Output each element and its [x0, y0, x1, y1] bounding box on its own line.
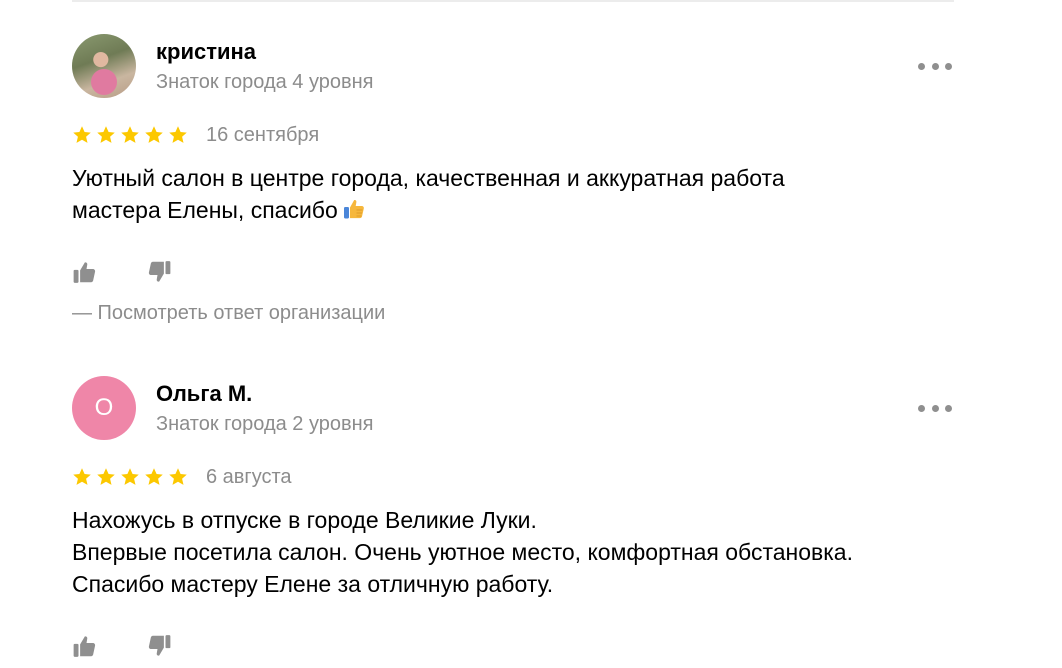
review-meta: 16 сентября	[72, 122, 954, 148]
review-text-line: Впервые посетила салон. Очень уютное мес…	[72, 539, 853, 565]
dot-icon	[918, 404, 925, 412]
more-options-button[interactable]	[918, 60, 952, 72]
review-text: Уютный салон в центре города, качественн…	[72, 162, 954, 226]
view-org-reply-link[interactable]: — Посмотреть ответ организации	[72, 302, 954, 325]
dot-icon	[945, 62, 952, 70]
review-text-line: Уютный салон в центре города, качественн…	[72, 165, 785, 191]
star-icon	[97, 126, 115, 143]
review-meta: 6 августа	[72, 464, 954, 490]
review-text-line-last: мастера Елены, спасибо	[72, 194, 954, 226]
review-text-line: Спасибо мастеру Елене за отличную работу…	[72, 571, 554, 597]
review-date: 16 сентября	[206, 123, 320, 146]
star-icon	[121, 126, 139, 143]
author-level: Знаток города 2 уровня	[156, 413, 374, 435]
review-date: 6 августа	[206, 465, 292, 488]
avatar[interactable]	[72, 34, 136, 98]
review-card: О Ольга М. Знаток города 2 уровня 6 авгу…	[72, 376, 954, 660]
star-icon	[169, 126, 187, 143]
star-icon	[121, 468, 139, 485]
avatar[interactable]: О	[72, 376, 136, 440]
dot-icon	[945, 404, 952, 412]
star-icon	[73, 126, 91, 143]
star-icon	[169, 468, 187, 485]
like-icon[interactable]	[72, 259, 98, 285]
author-level: Знаток города 4 уровня	[156, 71, 374, 93]
author-name[interactable]: кристина	[156, 39, 256, 65]
like-icon[interactable]	[72, 633, 98, 659]
star-icon	[97, 468, 115, 485]
star-icon	[73, 468, 91, 485]
star-rating	[72, 467, 188, 487]
thumbs-up-icon	[343, 199, 364, 219]
review-card: кристина Знаток города 4 уровня 16 сентя…	[72, 34, 954, 325]
review-header: О Ольга М. Знаток города 2 уровня	[72, 376, 954, 440]
dot-icon	[931, 62, 939, 70]
dot-icon	[931, 404, 939, 412]
star-rating	[72, 125, 188, 145]
review-text-line: Нахожусь в отпуске в городе Великие Луки…	[72, 507, 537, 533]
dot-icon	[918, 62, 925, 70]
top-divider	[72, 0, 954, 2]
star-icon	[145, 126, 163, 143]
star-icon	[145, 468, 163, 485]
review-text: Нахожусь в отпуске в городе Великие Луки…	[72, 504, 954, 600]
more-options-button[interactable]	[918, 402, 952, 414]
reaction-bar	[72, 632, 954, 660]
review-text-line: мастера Елены, спасибо	[72, 197, 338, 223]
dislike-icon[interactable]	[146, 633, 172, 659]
review-header: кристина Знаток города 4 уровня	[72, 34, 954, 98]
reaction-bar	[72, 258, 954, 286]
author-name[interactable]: Ольга М.	[156, 381, 252, 407]
dislike-icon[interactable]	[146, 259, 172, 285]
